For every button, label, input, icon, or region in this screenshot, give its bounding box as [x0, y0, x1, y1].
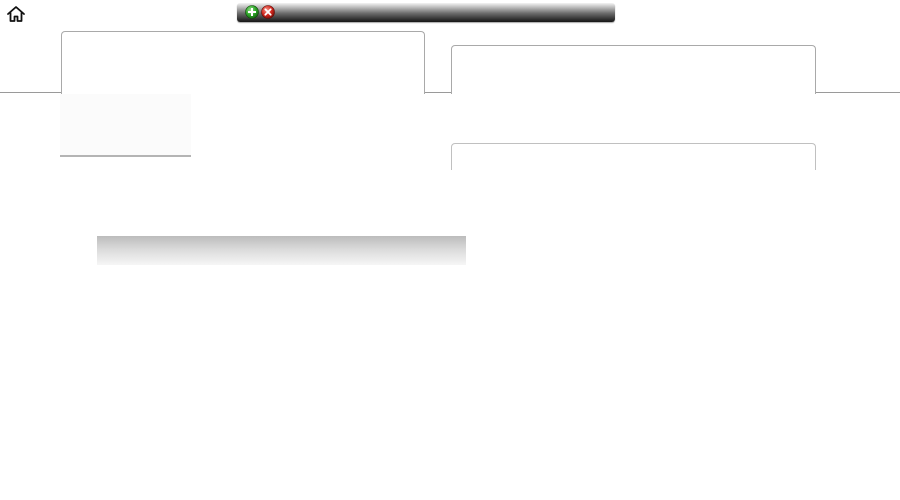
app-page — [0, 0, 900, 500]
tab-baseline — [814, 92, 900, 93]
close-button[interactable] — [261, 5, 275, 19]
add-button[interactable] — [245, 5, 259, 19]
home-icon — [7, 6, 25, 22]
tab-left[interactable] — [61, 31, 425, 94]
left-panel — [60, 94, 191, 157]
tab-right[interactable] — [451, 45, 816, 94]
x-circle-icon — [261, 5, 275, 19]
plus-circle-icon — [245, 5, 259, 19]
home-button[interactable] — [6, 5, 26, 23]
right-card — [451, 143, 816, 170]
tab-baseline — [0, 92, 61, 93]
tab-baseline — [423, 92, 452, 93]
toolbar — [237, 3, 615, 22]
gradient-bar[interactable] — [97, 236, 466, 265]
